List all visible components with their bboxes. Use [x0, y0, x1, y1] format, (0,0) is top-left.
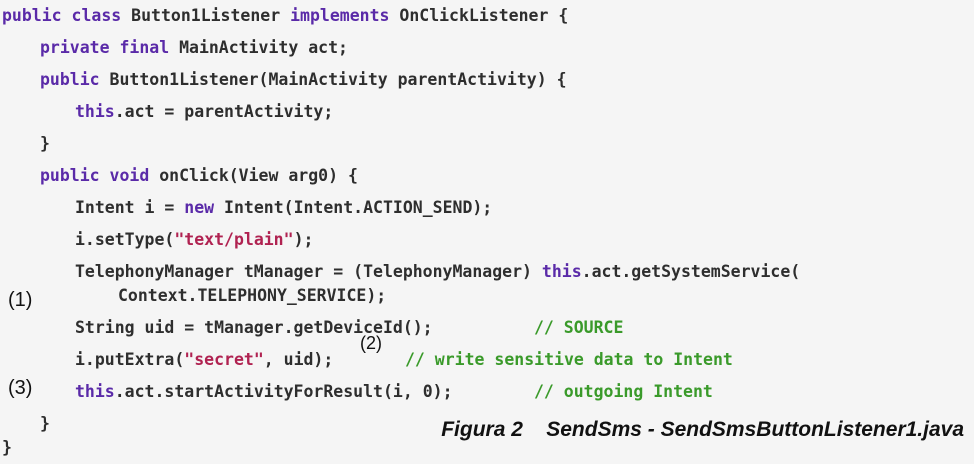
- code-text: }: [40, 134, 50, 153]
- code-line-6: public void onClick(View arg0) {: [40, 160, 358, 192]
- code-text: );: [293, 230, 314, 249]
- marker-1: (1): [8, 289, 33, 311]
- code-text: Button1Listener(MainActivity parentActiv…: [99, 70, 567, 89]
- code-comment: // outgoing Intent: [534, 382, 713, 401]
- code-line-12: i.putExtra("secret", uid); // write sensi…: [75, 344, 733, 376]
- string-literal: "secret": [184, 350, 264, 369]
- code-line-13: this.act.startActivityForResult(i, 0); //…: [75, 376, 713, 408]
- code-line-14: }: [40, 408, 50, 440]
- code-comment: // write sensitive data to Intent: [405, 350, 733, 369]
- marker-2: (2): [360, 333, 382, 353]
- code-line-5: }: [40, 128, 50, 160]
- code-text: onClick(View arg0) {: [149, 166, 358, 185]
- keyword: implements: [290, 6, 390, 25]
- code-listing: public class Button1Listener implements …: [0, 0, 974, 464]
- marker-3: (3): [8, 377, 33, 399]
- keyword: this: [541, 262, 582, 281]
- code-comment: // SOURCE: [534, 318, 624, 337]
- keyword: public class: [2, 6, 122, 25]
- code-text: Context.TELEPHONY_SERVICE);: [118, 286, 387, 305]
- code-text: .act.getSystemService(: [581, 262, 801, 281]
- string-literal: "text/plain": [174, 230, 294, 249]
- keyword: new: [184, 198, 215, 217]
- keyword: this: [75, 382, 115, 401]
- code-text: .act = parentActivity;: [114, 102, 334, 121]
- code-text: i.setType(: [75, 230, 175, 249]
- code-line-4: this.act = parentActivity;: [75, 96, 333, 128]
- code-line-10: Context.TELEPHONY_SERVICE);: [118, 280, 386, 312]
- code-line-7: Intent i = new Intent(Intent.ACTION_SEND…: [75, 192, 492, 224]
- keyword: this: [75, 102, 115, 121]
- code-text: }: [40, 414, 50, 433]
- figure-caption: Figura 2 SendSms - SendSmsButtonListener…: [441, 418, 964, 441]
- code-text: Intent(Intent.ACTION_SEND);: [214, 198, 493, 217]
- keyword: private final: [40, 38, 170, 57]
- code-text: , uid);: [263, 350, 334, 369]
- code-line-3: public Button1Listener(MainActivity pare…: [40, 64, 567, 96]
- code-text: Intent i =: [75, 198, 185, 217]
- code-line-8: i.setType("text/plain");: [75, 224, 313, 256]
- code-line-15: }: [2, 432, 12, 464]
- code-line-2: private final MainActivity act;: [40, 32, 348, 64]
- code-text: TelephonyManager tManager = (TelephonyMa…: [75, 262, 542, 281]
- code-text: }: [2, 438, 12, 457]
- code-text: .act.startActivityForResult(i, 0);: [114, 382, 453, 401]
- keyword: public void: [40, 166, 150, 185]
- keyword: public: [40, 70, 100, 89]
- code-text: Button1Listener: [121, 6, 291, 25]
- code-text: MainActivity act;: [169, 38, 348, 57]
- code-line-1: public class Button1Listener implements …: [2, 0, 568, 32]
- code-text: OnClickListener {: [389, 6, 569, 25]
- code-text: i.putExtra(: [75, 350, 185, 369]
